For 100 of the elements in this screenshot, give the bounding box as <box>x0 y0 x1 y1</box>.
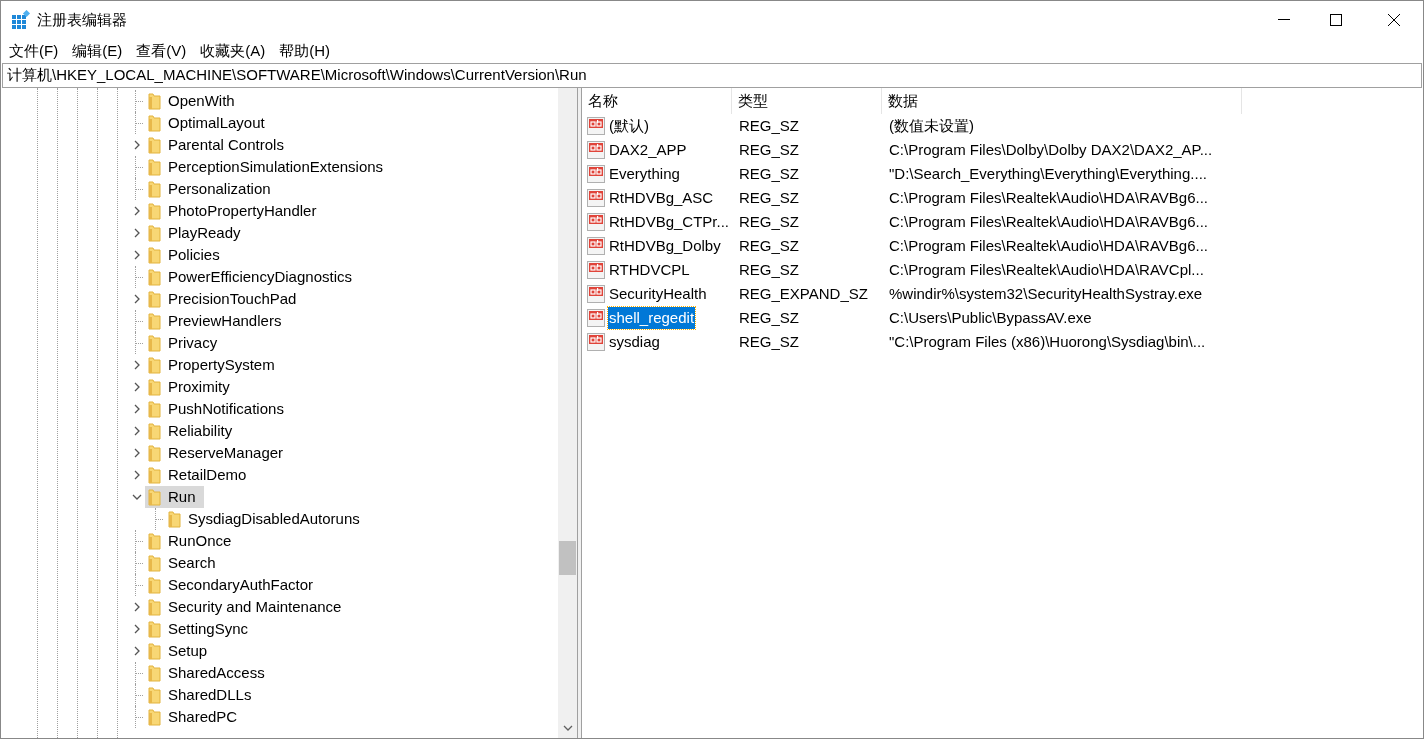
value-name[interactable]: Everything <box>608 162 681 186</box>
string-value-icon <box>587 213 605 231</box>
value-data: "D:\Search_Everything\Everything\Everything.... <box>888 163 1208 184</box>
string-value-icon <box>587 261 605 279</box>
folder-icon <box>148 708 161 726</box>
folder-icon <box>148 92 161 110</box>
column-header[interactable]: 类型 <box>732 88 882 114</box>
value-name[interactable]: DAX2_APP <box>608 138 688 162</box>
tree-item[interactable]: PrecisionTouchPad <box>168 287 297 311</box>
value-data: %windir%\system32\SecurityHealthSystray.exe <box>888 283 1204 304</box>
menu-item[interactable]: 编辑(E) <box>65 39 130 63</box>
folder-icon <box>148 576 161 594</box>
folder-icon <box>148 202 161 220</box>
app-icon <box>11 10 31 30</box>
tree-item[interactable]: PreviewHandlers <box>168 309 282 333</box>
folder-icon <box>148 378 161 396</box>
string-value-icon <box>587 309 605 327</box>
folder-icon <box>148 246 161 264</box>
value-name[interactable]: RTHDVCPL <box>608 258 691 282</box>
string-value-icon <box>587 189 605 207</box>
value-name[interactable]: shell_regedit <box>608 306 696 330</box>
tree-item[interactable]: SharedPC <box>168 705 238 729</box>
tree-item[interactable]: Security and Maintenance <box>168 595 342 619</box>
tree-item[interactable]: SettingSync <box>168 617 249 641</box>
tree-item[interactable]: SecondaryAuthFactor <box>168 573 314 597</box>
value-type: REG_SZ <box>738 235 800 256</box>
tree-item[interactable]: RunOnce <box>168 529 232 553</box>
string-value-icon <box>587 237 605 255</box>
close-icon <box>1388 14 1400 26</box>
tree-item[interactable]: Privacy <box>168 331 218 355</box>
string-value-icon <box>587 165 605 183</box>
menu-item[interactable]: 文件(F) <box>2 39 66 63</box>
value-data: C:\Users\Public\BypassAV.exe <box>888 307 1093 328</box>
menu-item[interactable]: 收藏夹(A) <box>193 39 273 63</box>
value-name[interactable]: (默认) <box>608 114 650 138</box>
value-type: REG_SZ <box>738 259 800 280</box>
folder-icon <box>148 312 161 330</box>
tree-item[interactable]: PlayReady <box>168 221 241 245</box>
value-type: REG_SZ <box>738 139 800 160</box>
string-value-icon <box>587 117 605 135</box>
folder-icon <box>148 158 161 176</box>
scrollbar-thumb[interactable] <box>559 541 576 575</box>
folder-icon <box>148 444 161 462</box>
tree-item[interactable]: Policies <box>168 243 220 267</box>
tree-item[interactable]: SysdiagDisabledAutoruns <box>188 507 360 531</box>
folder-icon <box>148 180 161 198</box>
folder-icon <box>148 268 161 286</box>
value-type: REG_SZ <box>738 115 800 136</box>
folder-icon <box>148 400 161 418</box>
tree-item[interactable]: Parental Controls <box>168 133 284 157</box>
value-type: REG_SZ <box>738 211 800 232</box>
folder-icon <box>148 224 161 242</box>
folder-icon <box>148 136 161 154</box>
value-name[interactable]: SecurityHealth <box>608 282 708 306</box>
value-name[interactable]: sysdiag <box>608 330 661 354</box>
value-data: C:\Program Files\Realtek\Audio\HDA\RAVBg6... <box>888 187 1209 208</box>
tree-item[interactable]: OpenWith <box>168 89 235 113</box>
tree-item[interactable]: Setup <box>168 639 208 663</box>
tree-item[interactable]: SharedDLLs <box>168 683 252 707</box>
column-header[interactable]: 名称 <box>582 88 732 114</box>
value-name[interactable]: RtHDVBg_ASC <box>608 186 715 210</box>
tree-item[interactable]: PowerEfficiencyDiagnostics <box>168 265 352 289</box>
folder-icon <box>148 620 161 638</box>
value-data: "C:\Program Files (x86)\Huorong\Sysdiag\bin\... <box>888 331 1207 352</box>
folder-icon <box>148 114 161 132</box>
tree-item[interactable]: RetailDemo <box>168 463 247 487</box>
tree-item[interactable]: Reliability <box>168 419 233 443</box>
menu-item[interactable]: 帮助(H) <box>272 39 337 63</box>
minimize-icon <box>1278 19 1290 21</box>
address-field[interactable]: 计算机\HKEY_LOCAL_MACHINE\SOFTWARE\Microsoft\Windows\CurrentVersion\Run <box>2 63 1422 88</box>
value-name[interactable]: RtHDVBg_CTPr... <box>608 210 731 234</box>
tree-item[interactable]: PerceptionSimulationExtensions <box>168 155 384 179</box>
column-header[interactable]: 数据 <box>882 88 1242 114</box>
tree-item[interactable]: Proximity <box>168 375 230 399</box>
scrollbar[interactable] <box>558 88 577 738</box>
tree-item[interactable]: PropertySystem <box>168 353 275 377</box>
folder-icon <box>148 554 161 572</box>
folder-icon <box>148 466 161 484</box>
value-data: C:\Program Files\Realtek\Audio\HDA\RAVBg6... <box>888 211 1209 232</box>
tree-item[interactable]: OptimalLayout <box>168 111 265 135</box>
folder-icon <box>168 510 181 528</box>
tree-item[interactable]: SharedAccess <box>168 661 265 685</box>
tree-item[interactable]: PhotoPropertyHandler <box>168 199 317 223</box>
folder-icon <box>148 598 161 616</box>
folder-icon <box>148 686 161 704</box>
tree-item[interactable]: PushNotifications <box>168 397 284 421</box>
value-type: REG_SZ <box>738 163 800 184</box>
folder-icon <box>148 422 161 440</box>
window-title: 注册表编辑器 <box>37 9 127 30</box>
value-type: REG_SZ <box>738 331 800 352</box>
menu-item[interactable]: 查看(V) <box>129 39 194 63</box>
tree-item[interactable]: Personalization <box>168 177 271 201</box>
string-value-icon <box>587 285 605 303</box>
value-name[interactable]: RtHDVBg_Dolby <box>608 234 722 258</box>
scroll-down-icon[interactable] <box>562 724 573 732</box>
tree-item[interactable]: ReserveManager <box>168 441 284 465</box>
tree-item[interactable]: Search <box>168 551 216 575</box>
value-data: C:\Program Files\Realtek\Audio\HDA\RAVBg6... <box>888 235 1209 256</box>
value-data: C:\Program Files\Realtek\Audio\HDA\RAVCpl... <box>888 259 1205 280</box>
maximize-icon <box>1330 14 1342 26</box>
